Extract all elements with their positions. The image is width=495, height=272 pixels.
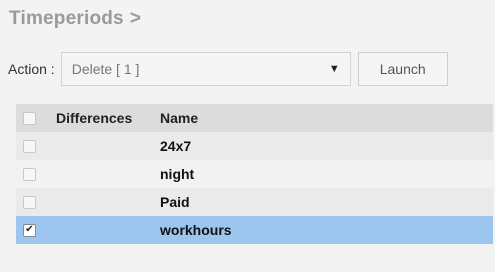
action-bar: Action : Delete [ 1 ] ▼ Launch: [8, 52, 448, 86]
row-checkbox[interactable]: [23, 195, 36, 209]
table-row[interactable]: 24x7: [16, 132, 493, 160]
name-cell[interactable]: Paid: [160, 194, 493, 210]
header-check-cell: [16, 111, 56, 125]
row-check-cell: [16, 195, 56, 209]
table-header-row: Differences Name: [16, 104, 493, 132]
caret-down-icon: ▼: [328, 63, 340, 75]
name-cell[interactable]: night: [160, 166, 493, 182]
checkmark-icon: ✔: [25, 224, 34, 235]
row-checkbox-checked[interactable]: ✔: [23, 223, 36, 237]
row-check-cell: ✔: [16, 223, 56, 237]
timeperiods-table: Differences Name 24x7 night Paid ✔ workh…: [16, 104, 493, 244]
table-row[interactable]: Paid: [16, 188, 493, 216]
page-title[interactable]: Timeperiods >: [9, 8, 141, 30]
column-header-differences[interactable]: Differences: [56, 110, 160, 126]
name-cell[interactable]: 24x7: [160, 138, 493, 154]
action-select[interactable]: Delete [ 1 ] ▼: [60, 52, 351, 86]
row-checkbox[interactable]: [23, 139, 36, 153]
action-select-value: Delete [ 1 ]: [71, 61, 140, 77]
row-checkbox[interactable]: [23, 167, 36, 181]
row-check-cell: [16, 139, 56, 153]
table-row-selected[interactable]: ✔ workhours: [16, 216, 493, 244]
breadcrumb-chevron: >: [129, 8, 142, 29]
table-row[interactable]: night: [16, 160, 493, 188]
action-label: Action :: [8, 61, 55, 77]
select-all-checkbox[interactable]: [23, 111, 36, 125]
launch-button[interactable]: Launch: [357, 52, 448, 86]
name-cell[interactable]: workhours: [160, 222, 493, 238]
row-check-cell: [16, 167, 56, 181]
page-title-text: Timeperiods: [9, 8, 124, 29]
column-header-name[interactable]: Name: [160, 110, 493, 126]
